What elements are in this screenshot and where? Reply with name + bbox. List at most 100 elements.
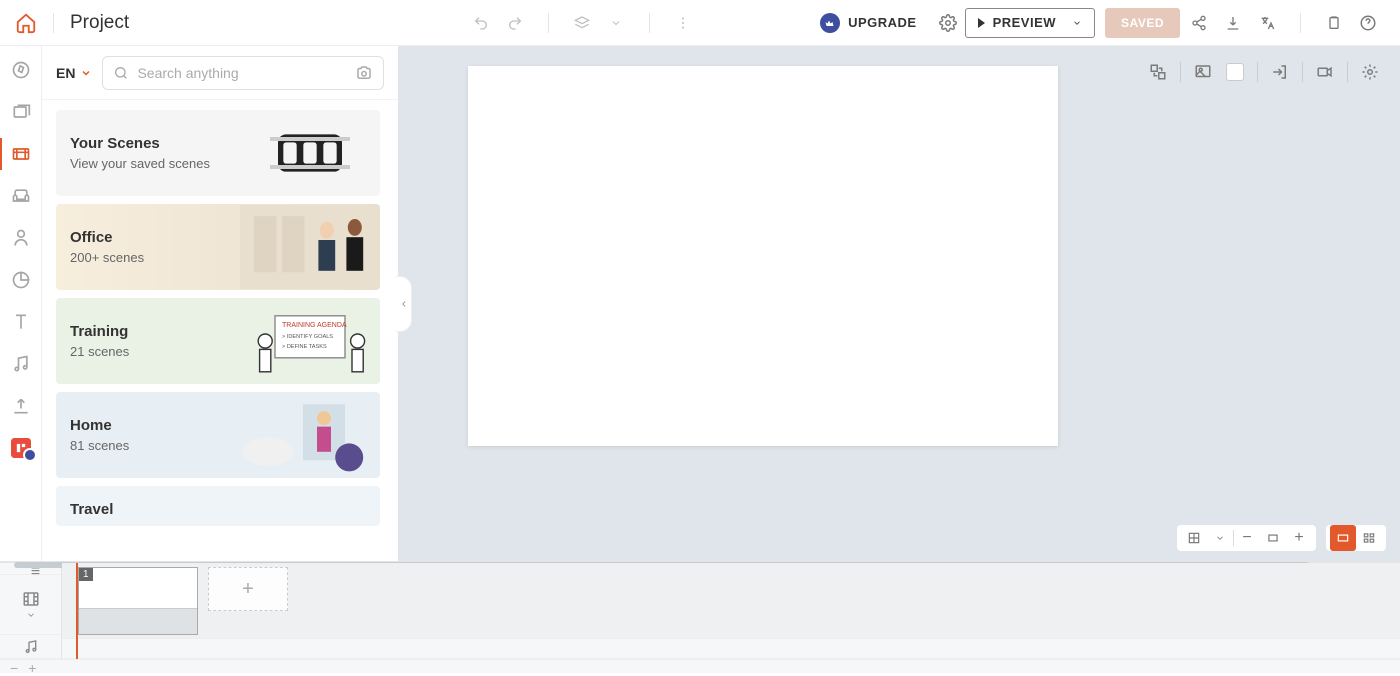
text-icon[interactable] [11, 312, 31, 332]
gear-icon[interactable] [939, 14, 957, 32]
scenes-lib-icon[interactable] [11, 102, 31, 122]
share-icon[interactable] [1190, 14, 1208, 32]
scene-icon[interactable] [11, 144, 31, 164]
scene-track[interactable]: 1 + [62, 563, 1400, 639]
chevron-left-icon [399, 299, 409, 309]
timeline: 00:0200:0400:0600:0800:1000:1200:1400:16… [0, 561, 1400, 673]
layout-single-button[interactable] [1330, 525, 1356, 551]
film-icon [22, 590, 40, 608]
zoom-out-button[interactable]: − [1234, 525, 1260, 551]
office-illustration [240, 204, 380, 290]
compass-icon[interactable] [11, 60, 31, 80]
search-input[interactable] [137, 65, 347, 81]
language-label: EN [56, 65, 75, 81]
app-icon[interactable] [11, 438, 31, 458]
canvas[interactable] [468, 66, 1058, 446]
svg-text:TRAINING AGENDA: TRAINING AGENDA [282, 322, 347, 329]
scene-track-header[interactable] [0, 575, 61, 635]
divider [1300, 13, 1301, 33]
collapse-panel-button[interactable] [396, 276, 412, 332]
saved-status: SAVED [1105, 8, 1180, 38]
canvas-area: − + [398, 46, 1400, 561]
chart-icon[interactable] [11, 270, 31, 290]
upgrade-button[interactable]: UPGRADE [848, 15, 917, 30]
training-illustration: TRAINING AGENDA > IDENTIFY GOALS > DEFINE … [240, 298, 380, 384]
grid-icon[interactable] [1181, 525, 1207, 551]
active-indicator [0, 138, 2, 170]
badge-icon [23, 448, 37, 462]
scenes-panel: EN Your Scenes View your saved scenes Of… [42, 46, 398, 561]
svg-text:> IDENTIFY GOALS: > IDENTIFY GOALS [282, 334, 333, 340]
scene-category-office[interactable]: Office 200+ scenes [56, 204, 380, 290]
remove-track-button[interactable]: − [10, 660, 18, 676]
layers-icon[interactable] [573, 14, 591, 32]
card-subtitle: View your saved scenes [70, 156, 210, 171]
redo-icon[interactable] [506, 14, 524, 32]
undo-icon[interactable] [472, 14, 490, 32]
film-reel-icon [240, 110, 380, 196]
chevron-down-icon[interactable] [607, 14, 625, 32]
card-subtitle: 200+ scenes [70, 250, 144, 265]
scene-category-travel[interactable]: Travel [56, 486, 380, 526]
scene-category-training[interactable]: Training 21 scenes TRAINING AGENDA > IDEN… [56, 298, 380, 384]
audio-track[interactable] [62, 639, 1400, 659]
divider [1302, 62, 1303, 82]
language-selector[interactable]: EN [56, 65, 92, 81]
left-rail [0, 46, 42, 561]
home-icon[interactable] [15, 12, 37, 34]
clipboard-icon[interactable] [1325, 14, 1343, 32]
divider [53, 13, 54, 33]
translate-icon[interactable] [1258, 14, 1276, 32]
scene-number: 1 [79, 568, 93, 581]
project-title[interactable]: Project [70, 12, 129, 34]
music-icon[interactable] [11, 354, 31, 374]
scene-category-your-scenes[interactable]: Your Scenes View your saved scenes [56, 110, 380, 196]
gear-icon[interactable] [1354, 60, 1386, 84]
scene-clip-audio [79, 608, 197, 634]
chevron-down-icon[interactable] [1072, 18, 1082, 28]
playhead[interactable] [76, 563, 78, 659]
chevron-down-icon [26, 610, 36, 620]
svg-text:> DEFINE TASKS: > DEFINE TASKS [282, 344, 327, 350]
card-title: Your Scenes [70, 135, 210, 152]
divider [548, 13, 549, 33]
card-subtitle: 81 scenes [70, 438, 129, 453]
saved-label: SAVED [1121, 16, 1164, 30]
upload-icon[interactable] [11, 396, 31, 416]
add-track-button[interactable]: + [28, 660, 36, 676]
preview-label: PREVIEW [993, 15, 1056, 30]
furniture-icon[interactable] [11, 186, 31, 206]
preview-button[interactable]: PREVIEW [965, 8, 1095, 38]
search-icon [113, 65, 129, 81]
card-title: Training [70, 323, 129, 340]
layout-grid-button[interactable] [1356, 525, 1382, 551]
zoom-in-button[interactable]: + [1286, 525, 1312, 551]
divider [1347, 62, 1348, 82]
exit-icon[interactable] [1264, 60, 1296, 84]
play-icon [978, 18, 985, 28]
help-icon[interactable] [1359, 14, 1377, 32]
card-subtitle: 21 scenes [70, 344, 129, 359]
music-icon [23, 639, 39, 655]
background-color-swatch[interactable] [1219, 60, 1251, 84]
divider [1180, 62, 1181, 82]
scene-category-home[interactable]: Home 81 scenes [56, 392, 380, 478]
card-title: Office [70, 229, 144, 246]
divider [1257, 62, 1258, 82]
home-illustration [240, 392, 380, 478]
chevron-down-icon[interactable] [1207, 525, 1233, 551]
more-vertical-icon[interactable] [674, 14, 692, 32]
fit-icon[interactable] [1260, 525, 1286, 551]
audio-track-header[interactable] [0, 635, 61, 659]
character-icon[interactable] [11, 228, 31, 248]
card-title: Home [70, 417, 129, 434]
camera-icon[interactable] [355, 64, 373, 82]
download-icon[interactable] [1224, 14, 1242, 32]
scene-clip[interactable]: 1 [78, 567, 198, 635]
add-scene-button[interactable]: + [208, 567, 288, 611]
camcorder-icon[interactable] [1309, 60, 1341, 84]
picture-icon[interactable] [1187, 60, 1219, 84]
chevron-down-icon [80, 67, 92, 79]
replace-icon[interactable] [1142, 60, 1174, 84]
search-box[interactable] [102, 56, 384, 90]
